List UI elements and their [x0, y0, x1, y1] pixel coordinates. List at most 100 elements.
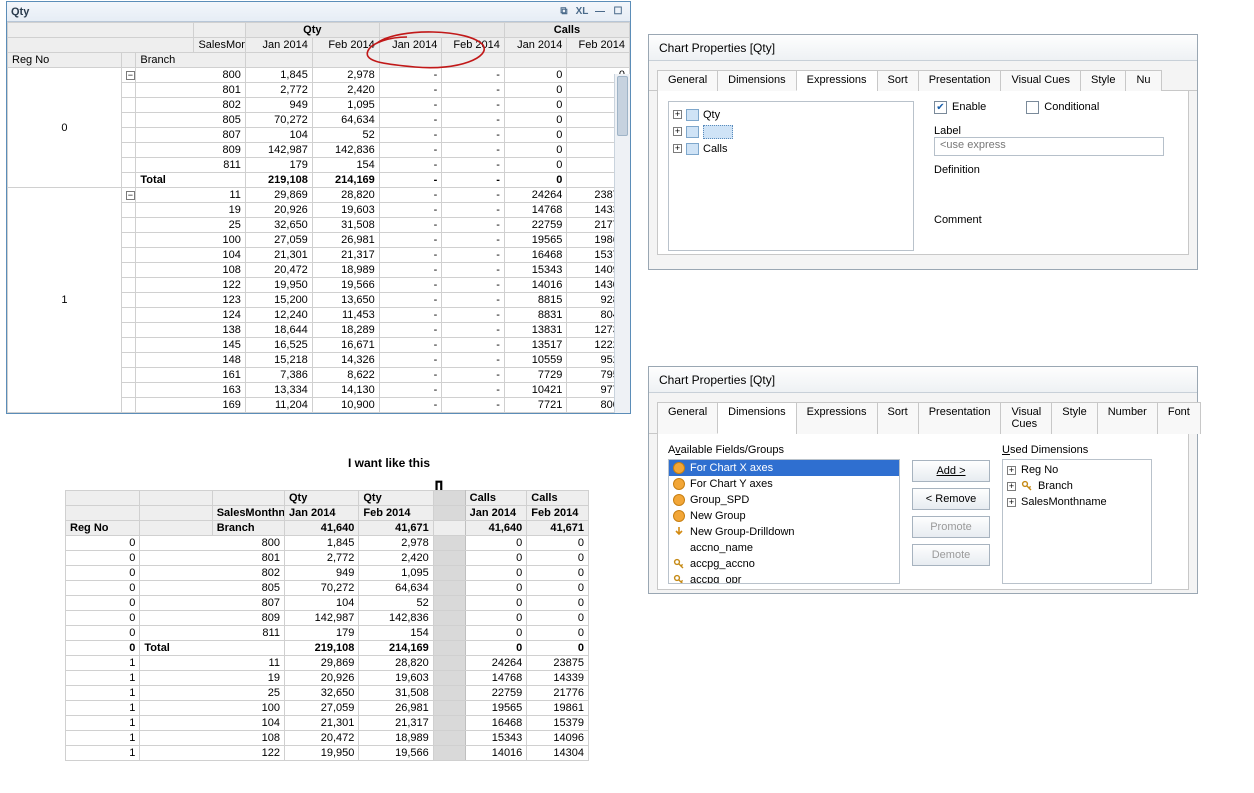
expand-icon[interactable]: + — [673, 144, 682, 153]
expand-icon[interactable]: + — [673, 127, 682, 136]
promote-button[interactable]: Promote — [912, 516, 990, 538]
hdr-regno[interactable]: Reg No — [8, 53, 122, 68]
available-field-item[interactable]: For Chart X axes — [669, 460, 899, 476]
available-field-item[interactable]: New Group-Drilldown — [669, 524, 899, 540]
hdr2-smn[interactable]: SalesMonthname — [212, 506, 284, 521]
table-row[interactable]: 080570,27264,63400 — [66, 581, 589, 596]
tab-style[interactable]: Style — [1080, 70, 1126, 91]
tab-visual-cues[interactable]: Visual Cues — [1000, 402, 1052, 434]
hdr2-branch[interactable]: Branch — [212, 521, 284, 536]
add-button[interactable]: Add > — [912, 460, 990, 482]
table-row[interactable]: 110027,05926,9811956519861 — [66, 701, 589, 716]
tab-presentation[interactable]: Presentation — [918, 70, 1002, 91]
tab-dimensions[interactable]: Dimensions — [717, 70, 796, 91]
expression-tree[interactable]: +Qty++Calls — [668, 101, 914, 251]
table-row[interactable]: 08029491,09500 — [66, 566, 589, 581]
tab-sort[interactable]: Sort — [877, 402, 919, 434]
tab-presentation[interactable]: Presentation — [918, 402, 1002, 434]
tab-expressions[interactable]: Expressions — [796, 70, 878, 91]
table-row[interactable]: 08001,8452,97800 — [66, 536, 589, 551]
tab-expressions[interactable]: Expressions — [796, 402, 878, 434]
hdr-blank-feb[interactable]: Feb 2014 — [442, 38, 505, 53]
dlgB-title[interactable]: Chart Properties [Qty] — [649, 367, 1197, 393]
available-field-item[interactable]: accpg_opr — [669, 572, 899, 584]
desired-pivot[interactable]: Qty Qty Calls Calls SalesMonthname Jan 2… — [65, 490, 589, 761]
hdr-branch[interactable]: Branch — [136, 53, 245, 68]
table-row[interactable]: 0−8001,8452,978--00 — [8, 68, 630, 83]
table-row[interactable]: 12532,65031,5082275921776 — [66, 686, 589, 701]
available-fields-list[interactable]: For Chart X axesFor Chart Y axesGroup_SP… — [668, 459, 900, 584]
available-field-item[interactable]: For Chart Y axes — [669, 476, 899, 492]
table-row[interactable]: 110421,30121,3171646815379 — [66, 716, 589, 731]
expression-tree-item[interactable]: + Qty — [673, 106, 909, 123]
pivot-table[interactable]: Qty Calls SalesMont... Jan 2014 Feb 2014… — [7, 22, 630, 413]
used-dimension-item[interactable]: +Branch — [1005, 478, 1149, 494]
hdr-qty-feb[interactable]: Feb 2014 — [312, 38, 379, 53]
tab-style[interactable]: Style — [1051, 402, 1097, 434]
available-field-item[interactable]: accno_name — [669, 540, 899, 556]
table-row[interactable]: 0809142,987142,83600 — [66, 611, 589, 626]
hdr-qty-jan[interactable]: Jan 2014 — [245, 38, 312, 53]
hdr-group-calls[interactable]: Calls — [504, 23, 629, 38]
demote-button[interactable]: Demote — [912, 544, 990, 566]
expand-icon[interactable]: + — [1007, 466, 1016, 475]
table-row[interactable]: 08012,7722,42000 — [66, 551, 589, 566]
expand-icon[interactable]: + — [1007, 498, 1016, 507]
tab-general[interactable]: General — [657, 70, 718, 91]
tab-number[interactable]: Number — [1097, 402, 1158, 434]
expression-label[interactable]: Qty — [703, 109, 720, 121]
table-row[interactable]: 112219,95019,5661401614304 — [66, 746, 589, 761]
enable-checkbox[interactable]: ✔ Enable — [934, 97, 986, 117]
table-row[interactable]: 11920,92619,6031476814339 — [66, 671, 589, 686]
available-field-item[interactable]: Group_SPD — [669, 492, 899, 508]
table-row[interactable]: 110820,47218,9891534314096 — [66, 731, 589, 746]
used-dimension-item[interactable]: +SalesMonthname — [1005, 494, 1149, 510]
hdr-group-qty[interactable]: Qty — [245, 23, 379, 38]
used-dimension-item[interactable]: +Reg No — [1005, 462, 1149, 478]
available-field-item[interactable]: New Group — [669, 508, 899, 524]
hdr2-qty2[interactable]: Qty — [359, 491, 433, 506]
table-row[interactable]: 08071045200 — [66, 596, 589, 611]
hdr2-calls1[interactable]: Calls — [465, 491, 527, 506]
conditional-checkbox[interactable]: Conditional — [1026, 97, 1099, 117]
expression-label-editing[interactable] — [703, 125, 733, 139]
available-field-item[interactable]: accpg_accno — [669, 556, 899, 572]
maximize-icon[interactable]: ☐ — [610, 5, 626, 19]
used-dimensions-list[interactable]: +Reg No+Branch+SalesMonthname — [1002, 459, 1152, 584]
tab-font[interactable]: Font — [1157, 402, 1201, 434]
collapse-icon[interactable]: − — [126, 191, 135, 200]
tab-visual-cues[interactable]: Visual Cues — [1000, 70, 1081, 91]
hdr2-jan2[interactable]: Jan 2014 — [465, 506, 527, 521]
tab-general[interactable]: General — [657, 402, 718, 434]
tab-nu[interactable]: Nu — [1125, 70, 1161, 91]
remove-button[interactable]: < Remove — [912, 488, 990, 510]
collapse-icon[interactable]: − — [126, 71, 135, 80]
hdr2-feb2[interactable]: Feb 2014 — [527, 506, 589, 521]
table-row[interactable]: 11129,86928,8202426423875 — [66, 656, 589, 671]
hdr2-jan[interactable]: Jan 2014 — [284, 506, 358, 521]
expression-tree-item[interactable]: + — [673, 123, 909, 140]
label-input[interactable]: <use express — [934, 137, 1164, 156]
dlgA-title[interactable]: Chart Properties [Qty] — [649, 35, 1197, 61]
expression-tree-item[interactable]: +Calls — [673, 140, 909, 157]
tab-sort[interactable]: Sort — [877, 70, 919, 91]
detach-icon[interactable]: ⧉ — [556, 5, 572, 19]
hdr-calls-jan[interactable]: Jan 2014 — [504, 38, 567, 53]
table-row[interactable]: 1−1129,86928,820--2426423875 — [8, 188, 630, 203]
tab-dimensions[interactable]: Dimensions — [717, 402, 796, 434]
hdr2-feb[interactable]: Feb 2014 — [359, 506, 433, 521]
hdr2-calls2[interactable]: Calls — [527, 491, 589, 506]
hdr-salesmonth[interactable]: SalesMont... — [194, 38, 245, 53]
hdr-calls-feb[interactable]: Feb 2014 — [567, 38, 630, 53]
hdr2-qty1[interactable]: Qty — [284, 491, 358, 506]
pivot-scrollbar[interactable] — [614, 74, 630, 413]
xl-icon[interactable]: XL — [574, 5, 590, 19]
expand-icon[interactable]: + — [1007, 482, 1016, 491]
minimize-icon[interactable]: — — [592, 5, 608, 19]
expand-icon[interactable]: + — [673, 110, 682, 119]
hdr2-regno[interactable]: Reg No — [66, 521, 140, 536]
hdr-group-blank[interactable] — [379, 23, 504, 38]
table-row[interactable]: 081117915400 — [66, 626, 589, 641]
hdr-blank-jan[interactable]: Jan 2014 — [379, 38, 442, 53]
pivot-titlebar[interactable]: Qty ⧉ XL — ☐ — [7, 2, 630, 22]
